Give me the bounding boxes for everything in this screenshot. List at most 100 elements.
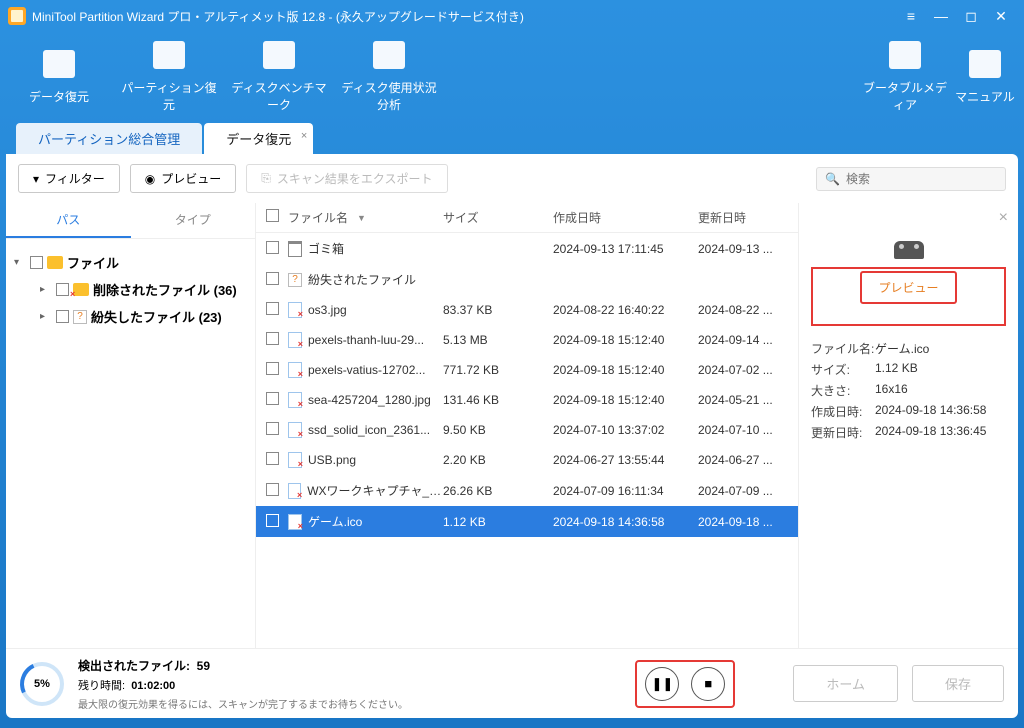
checkbox[interactable] (266, 302, 279, 315)
tool-partition-recovery[interactable]: パーティション復元 (114, 33, 224, 121)
details-pane: × プレビュー ファイル名:ゲーム.ico サイズ:1.12 KB 大きさ:16… (798, 203, 1018, 648)
disk-icon (43, 50, 75, 78)
menu-icon[interactable]: ≡ (896, 8, 926, 24)
image-file-icon (288, 302, 302, 318)
file-created: 2024-09-18 15:12:40 (553, 393, 698, 407)
preview-file-button[interactable]: プレビュー (860, 271, 956, 304)
scan-hint: 最大限の復元効果を得るには、スキャンが完了するまでお待ちください。 (78, 696, 408, 711)
tree-tab-path[interactable]: パス (6, 203, 131, 238)
checkbox-all[interactable] (266, 209, 279, 222)
funnel-icon: ▾ (33, 172, 39, 186)
minimize-button[interactable]: — (926, 8, 956, 24)
tool-data-recovery[interactable]: データ復元 (4, 42, 114, 113)
checkbox[interactable] (266, 514, 279, 527)
table-row[interactable]: os3.jpg83.37 KB2024-08-22 16:40:222024-0… (256, 295, 798, 325)
col-header-created[interactable]: 作成日時 (553, 209, 698, 226)
image-file-icon (288, 514, 302, 530)
main-toolbar: データ復元 パーティション復元 ディスクベンチマーク ディスク使用状況分析 ブー… (0, 32, 1024, 122)
gamepad-icon (894, 241, 924, 259)
tool-manual[interactable]: マニュアル (950, 42, 1020, 113)
close-icon[interactable]: × (301, 130, 307, 142)
tree-tab-type[interactable]: タイプ (131, 203, 256, 238)
file-created: 2024-09-18 15:12:40 (553, 363, 698, 377)
table-row[interactable]: ゲーム.ico1.12 KB2024-09-18 14:36:582024-09… (256, 506, 798, 537)
tree-deleted-files[interactable]: ▸削除されたファイル (36) (12, 276, 249, 303)
file-name: sea-4257204_1280.jpg (308, 393, 431, 407)
checkbox[interactable] (30, 256, 43, 269)
checkbox[interactable] (266, 422, 279, 435)
file-modified: 2024-09-13 ... (698, 242, 798, 256)
table-row[interactable]: pexels-vatius-12702...771.72 KB2024-09-1… (256, 355, 798, 385)
gauge-icon (263, 41, 295, 69)
file-name: ゴミ箱 (308, 240, 344, 257)
search-input[interactable] (846, 172, 997, 186)
image-file-icon (288, 362, 302, 378)
checkbox[interactable] (266, 362, 279, 375)
preview-button[interactable]: ◉プレビュー (130, 164, 237, 193)
image-file-icon (288, 392, 302, 408)
checkbox[interactable] (266, 452, 279, 465)
file-size: 131.46 KB (443, 393, 553, 407)
checkbox[interactable] (266, 483, 279, 496)
question-icon: ? (288, 273, 302, 287)
pause-button[interactable]: ❚❚ (645, 667, 679, 701)
table-row[interactable]: sea-4257204_1280.jpg 131.46 KB2024-09-18 … (256, 385, 798, 415)
tab-partition-mgmt[interactable]: パーティション総合管理 (16, 123, 202, 154)
table-row[interactable]: ssd_solid_icon_2361...9.50 KB2024-07-10 … (256, 415, 798, 445)
close-icon[interactable]: × (999, 209, 1008, 227)
checkbox[interactable] (266, 332, 279, 345)
checkbox[interactable] (56, 310, 69, 323)
action-bar: ▾フィルター ◉プレビュー ⎘スキャン結果をエクスポート 🔍 (6, 154, 1018, 203)
file-modified: 2024-07-09 ... (698, 484, 798, 498)
checkbox[interactable] (266, 272, 279, 285)
title-bar: MiniTool Partition Wizard プロ・アルティメット版 12… (0, 0, 1024, 32)
file-size: 26.26 KB (443, 484, 553, 498)
search-icon: 🔍 (825, 172, 840, 186)
tool-disk-usage[interactable]: ディスク使用状況分析 (334, 33, 444, 121)
col-header-size[interactable]: サイズ (443, 209, 553, 226)
value-dimensions: 16x16 (875, 382, 1006, 399)
file-name: 紛失されたファイル (308, 271, 416, 288)
table-row[interactable]: ゴミ箱 2024-09-13 17:11:452024-09-13 ... (256, 233, 798, 264)
table-row[interactable]: USB.png2.20 KB2024-06-27 13:55:442024-06… (256, 445, 798, 475)
checkbox[interactable] (266, 241, 279, 254)
save-button[interactable]: 保存 (912, 665, 1004, 702)
file-created: 2024-06-27 13:55:44 (553, 453, 698, 467)
table-row[interactable]: pexels-thanh-luu-29...5.13 MB2024-09-18 … (256, 325, 798, 355)
label-dimensions: 大きさ: (811, 382, 875, 399)
progress-ring: 5% (20, 662, 64, 706)
tool-bootable-media[interactable]: ブータブルメディア (860, 33, 950, 121)
usb-icon (889, 41, 921, 69)
file-created: 2024-09-18 15:12:40 (553, 333, 698, 347)
status-footer: 5% 検出されたファイル: 59 残り時間: 01:02:00 最大限の復元効果… (6, 648, 1018, 718)
tab-data-recovery[interactable]: データ復元× (204, 123, 313, 154)
file-size: 1.12 KB (443, 515, 553, 529)
file-size: 2.20 KB (443, 453, 553, 467)
home-button[interactable]: ホーム (793, 665, 898, 702)
table-row[interactable]: ? 紛失されたファイル (256, 264, 798, 295)
file-name: USB.png (308, 453, 356, 467)
search-box[interactable]: 🔍 (816, 167, 1006, 191)
filter-button[interactable]: ▾フィルター (18, 164, 120, 193)
value-modified: 2024-09-18 13:36:45 (875, 424, 1006, 441)
window-title: MiniTool Partition Wizard プロ・アルティメット版 12… (32, 8, 524, 25)
checkbox[interactable] (266, 392, 279, 405)
tree-root[interactable]: ▾ファイル (12, 249, 249, 276)
file-name: os3.jpg (308, 303, 347, 317)
col-header-modified[interactable]: 更新日時 (698, 209, 798, 226)
file-created: 2024-09-13 17:11:45 (553, 242, 698, 256)
checkbox[interactable] (56, 283, 69, 296)
stop-button[interactable]: ■ (691, 667, 725, 701)
image-file-icon (288, 452, 302, 468)
maximize-button[interactable]: ◻ (956, 8, 986, 25)
file-modified: 2024-05-21 ... (698, 393, 798, 407)
folder-deleted-icon (73, 283, 89, 296)
label-modified: 更新日時: (811, 424, 875, 441)
col-header-name[interactable]: ファイル名▼ (288, 209, 443, 226)
image-file-icon (288, 332, 302, 348)
chevron-right-icon: ▸ (40, 284, 52, 295)
close-button[interactable]: ✕ (986, 8, 1016, 25)
tree-lost-files[interactable]: ▸?紛失したファイル (23) (12, 303, 249, 330)
tool-disk-benchmark[interactable]: ディスクベンチマーク (224, 33, 334, 121)
table-row[interactable]: WXワークキャプチャ_17...26.26 KB2024-07-09 16:11… (256, 475, 798, 506)
